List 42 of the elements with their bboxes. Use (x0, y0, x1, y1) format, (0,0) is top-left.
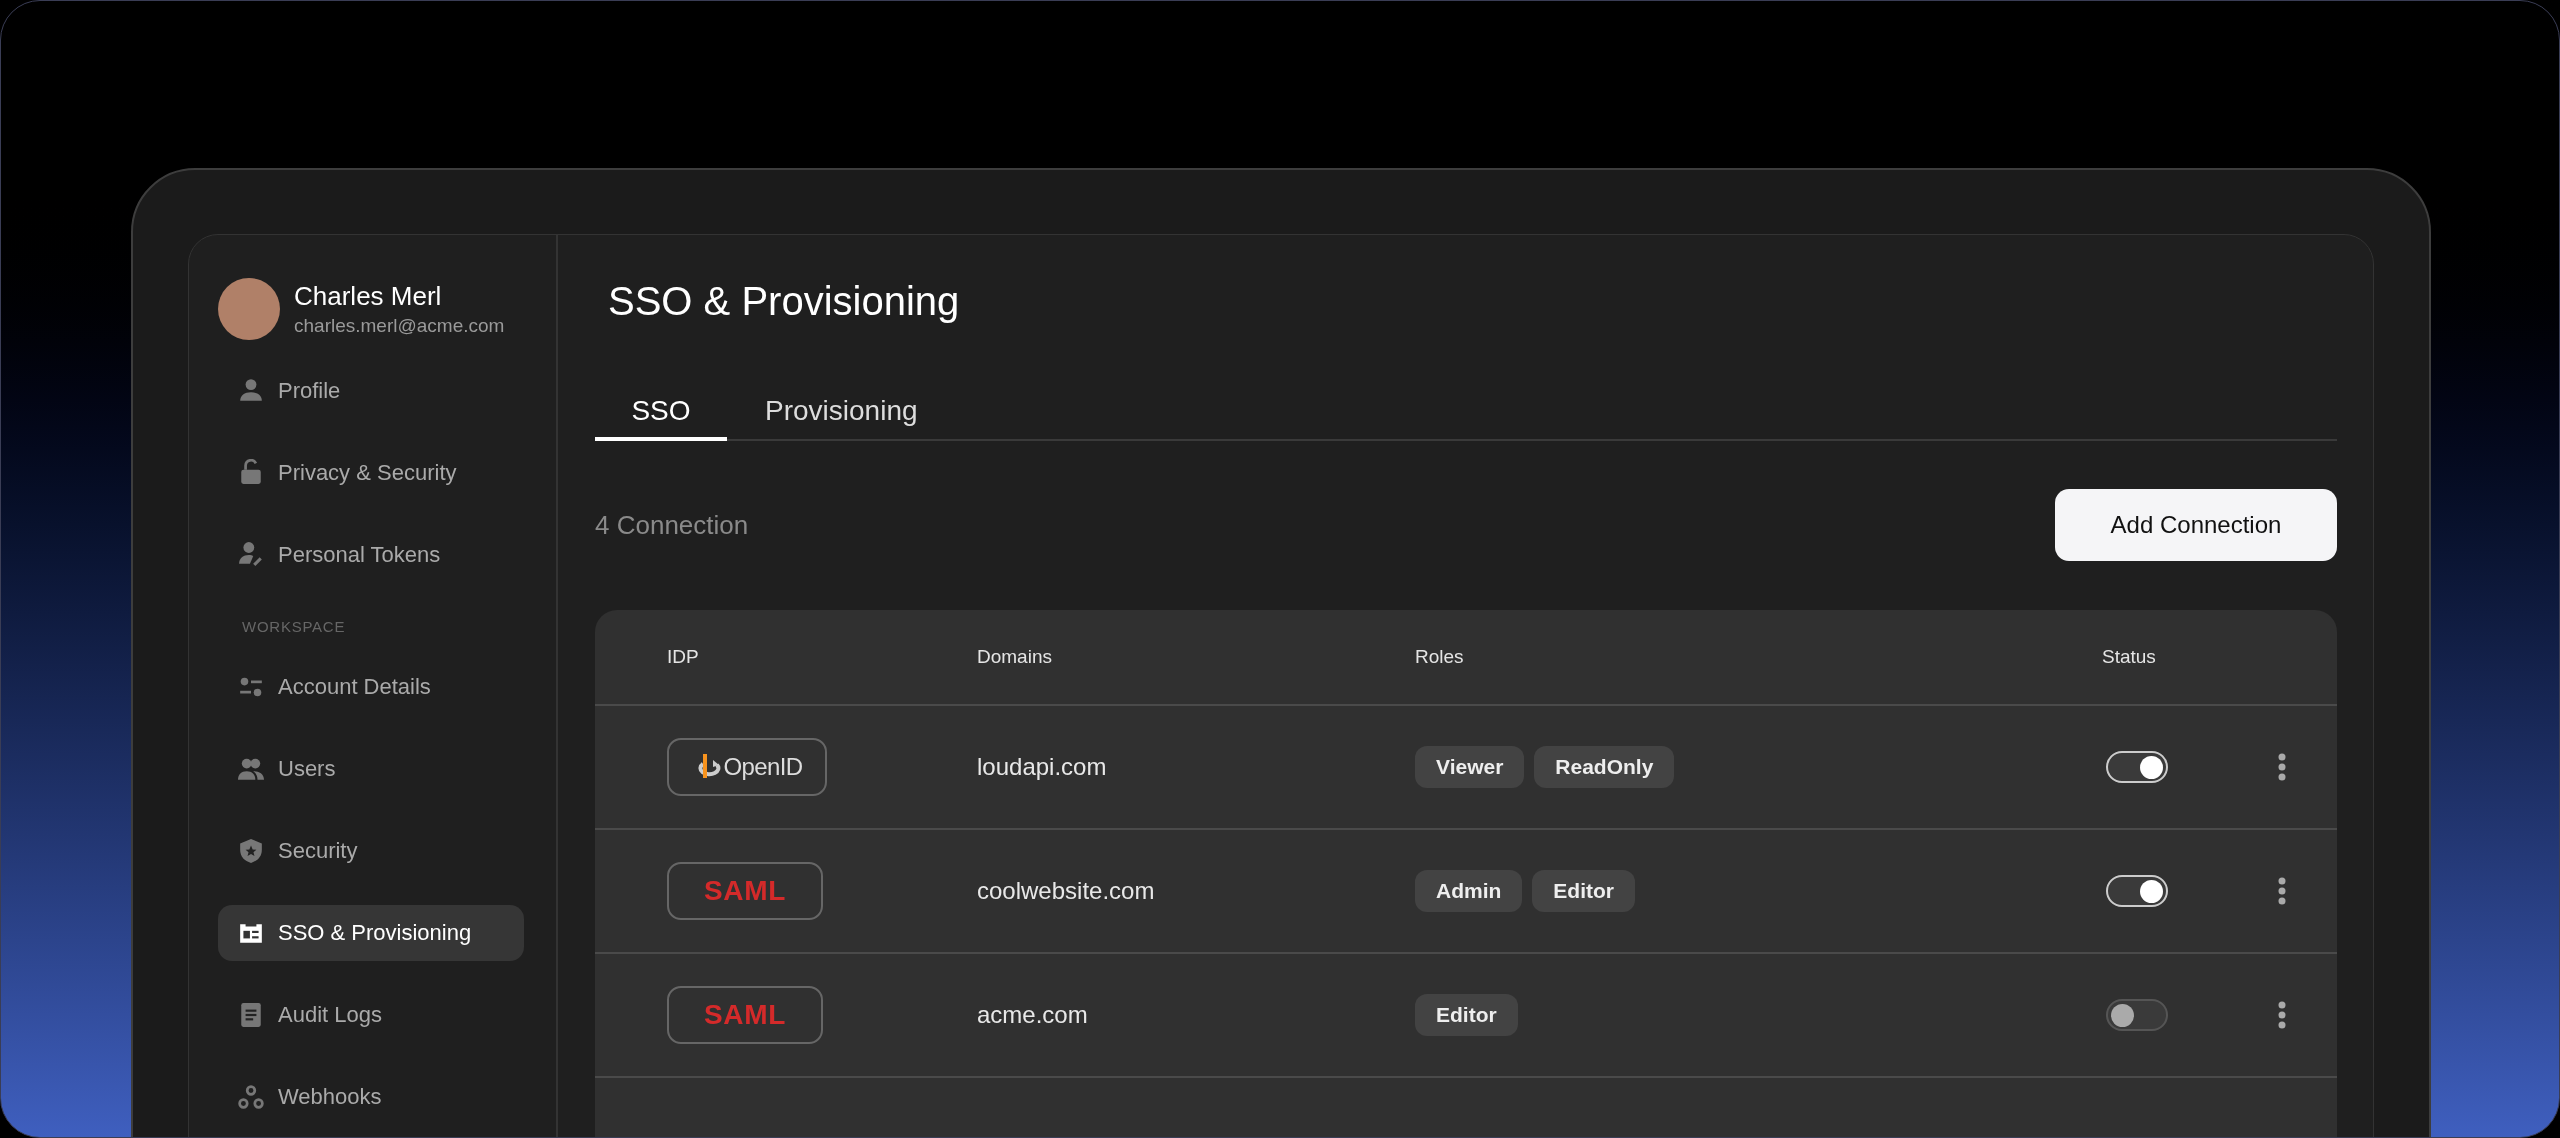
sidebar-item[interactable]: Account Details (218, 658, 524, 715)
user-name: Charles Merl (294, 280, 443, 313)
connection-count: 4 Connection (595, 508, 749, 542)
sidebar-item[interactable]: Profile (218, 362, 524, 418)
webhook-icon (238, 1083, 264, 1110)
role-tag: Viewer (1415, 746, 1525, 788)
openid-logo: OpenID (667, 738, 827, 796)
role-tag: Editor (1532, 870, 1635, 912)
shield-star-icon (238, 837, 264, 864)
sidebar-item[interactable]: Privacy & Security (218, 444, 524, 500)
vertical-dots-icon (2278, 753, 2286, 781)
sidebar-item[interactable]: Webhooks (218, 1068, 524, 1125)
section-label: WORKSPACE (241, 617, 347, 637)
vertical-dots-icon (2278, 877, 2286, 905)
sidebar-item[interactable]: Security (218, 822, 524, 879)
column-header: Domains (977, 645, 1052, 667)
domain-text: acme.com (977, 1001, 1088, 1028)
role-tag: ReadOnly (1534, 746, 1675, 788)
unlocked-padlock-icon (238, 459, 264, 485)
tab[interactable]: SSO (595, 385, 727, 441)
column-header: IDP (667, 645, 699, 667)
status-toggle[interactable] (2106, 999, 2168, 1031)
role-tag: Admin (1415, 870, 1523, 912)
saml-logo: SAML (667, 986, 823, 1044)
column-header: Status (2102, 645, 2156, 667)
person-key-icon (238, 541, 264, 567)
sidebar-item[interactable]: Users (218, 740, 524, 797)
column-header: Roles (1415, 645, 1464, 667)
document-icon (238, 1001, 264, 1028)
role-tag: Editor (1415, 994, 1518, 1036)
vertical-dots-icon (2278, 1001, 2286, 1029)
person-icon (238, 377, 264, 403)
domain-text: loudapi.com (977, 753, 1107, 780)
domain-text: coolwebsite.com (977, 877, 1155, 904)
tab[interactable]: Provisioning (727, 385, 956, 441)
sidebar-item[interactable]: Personal Tokens (218, 526, 524, 582)
user-email: charles.merl@acme.com (294, 314, 505, 338)
saml-logo: SAML (667, 862, 823, 920)
page-title: SSO & Provisioning (607, 278, 961, 325)
add-connection-button[interactable]: Add Connection (2055, 489, 2337, 561)
sidebar-item[interactable]: Audit Logs (218, 986, 524, 1043)
sidebar-item[interactable]: SSO & Provisioning (218, 904, 524, 961)
